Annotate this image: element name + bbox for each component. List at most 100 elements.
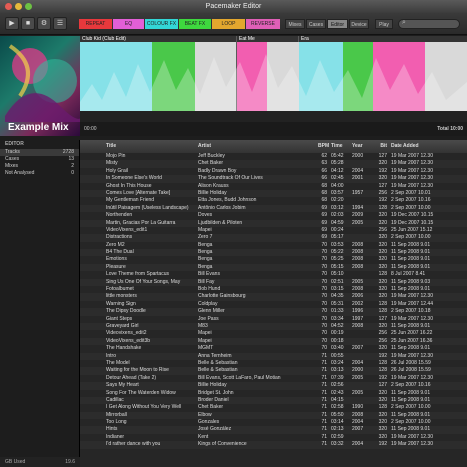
table-row[interactable]: Warning Sign Coldplay 70 05:31 2002 128 19 Mar… xyxy=(80,301,467,308)
search-input[interactable]: ⌕ xyxy=(398,19,460,29)
cell-title: The Model xyxy=(106,359,130,366)
view-play-button[interactable]: Play xyxy=(375,19,393,29)
playlist-icon[interactable]: ☰ xyxy=(53,17,67,30)
table-row[interactable]: I Get Along Without You Very Well Chet Ba… xyxy=(80,404,467,411)
table-row[interactable]: Emotions Benga 70 05:25 2008 320 11 Sep 2008 9… xyxy=(80,256,467,263)
table-row[interactable]: In Someone Else's World The Soundtrack Of… xyxy=(80,175,467,183)
column-date-added[interactable]: Date Added xyxy=(389,140,467,153)
table-row[interactable]: little monsters Charlotte Gainsbourg 70 04:… xyxy=(80,293,467,301)
cell-date-added: 2 Sep 2007 10.00 xyxy=(391,204,431,211)
fx-colour-button[interactable]: COLOUR FX xyxy=(145,19,178,29)
cell-bpm: 68 xyxy=(321,197,327,204)
table-row[interactable]: VideoVixens_edit3b Mapei 70 00:18 256 25 Jun … xyxy=(80,337,467,346)
column-year[interactable]: Year xyxy=(350,140,369,153)
cell-bitrate: 256 xyxy=(378,330,387,337)
transport-icon[interactable]: ■ xyxy=(21,17,35,30)
table-row[interactable]: I'd rather dance with you Kings of Conven… xyxy=(80,441,467,449)
cell-artist: Ljudbilden & Piloten xyxy=(198,219,243,226)
table-row[interactable]: Northenden Doves 69 02:03 2009 320 19 Dec 2007… xyxy=(80,212,467,219)
mix-timeline[interactable]: Club Kid (Club Edit) Eat Me Era xyxy=(80,36,467,136)
table-row[interactable]: Love Theme from Spartacus Bill Evans 70 05:… xyxy=(80,271,467,278)
table-row[interactable]: Ghost In This House Alison Krauss 68 04:00 1… xyxy=(80,183,467,190)
cell-artist: Chet Baker xyxy=(198,404,224,411)
minimize-window-button[interactable] xyxy=(15,3,22,10)
search-icon: ⌕ xyxy=(402,19,406,26)
table-row[interactable]: Too Long Gonzales 71 03:14 2004 320 2 Sep 2007… xyxy=(80,419,467,426)
cell-title: Northenden xyxy=(106,212,133,219)
column-artist[interactable]: Artist xyxy=(196,140,316,153)
table-row[interactable]: B4 The Dual Benga 70 05:22 2008 320 11 Sep 200… xyxy=(80,249,467,257)
table-row[interactable]: Detour Ahead (Take 2) Bill Evans, Scott L… xyxy=(80,375,467,382)
cell-date-added: 2 Sep 2007 10.00 xyxy=(391,404,431,411)
fx-repeat-button[interactable]: REPEAT xyxy=(79,19,112,29)
table-row[interactable]: Mojo Pin Jeff Buckley 62 05:42 2000 127 19 Mar… xyxy=(80,153,467,160)
cell-date-added: 11 Sep 2008 9.01 xyxy=(391,263,431,270)
sidebar-item-tracks[interactable]: Tracks 2728 xyxy=(0,149,79,156)
sidebar-item-cases[interactable]: Cases 13 xyxy=(0,156,79,163)
cell-title: VideoVixens_edit1 xyxy=(106,226,148,233)
table-row[interactable]: Mirrorball Elbow 71 05:50 2008 320 11 Sep 2008… xyxy=(80,411,467,420)
fx-eq-button[interactable]: EQ xyxy=(113,19,144,29)
cell-bpm: 70 xyxy=(321,300,327,307)
table-row[interactable]: Videovixens_edit2 Mapei 70 00:19 256 25 Jun 2… xyxy=(80,330,467,337)
table-row[interactable]: Holy Grail Badly Drawn Boy 66 04:12 2004 192 1… xyxy=(80,168,467,175)
fx-loop-button[interactable]: LOOP xyxy=(212,19,245,29)
column-bitrate[interactable]: Bit Rate xyxy=(369,140,389,153)
table-row[interactable]: Graveyard Girl M83 70 04:52 2008 320 11 Sep 20… xyxy=(80,322,467,331)
overview-strip[interactable] xyxy=(80,111,467,122)
cell-title: Love Theme from Spartacus xyxy=(106,271,169,278)
cell-date-added: 11 Sep 2008 9.01 xyxy=(391,286,431,293)
table-row[interactable]: Martin, Gracias Por La Guitarra Ljudbilde… xyxy=(80,219,467,227)
table-row[interactable]: Giant Steps Joe Pass 70 03:34 1997 127 19 Mar … xyxy=(80,316,467,323)
table-row[interactable]: Intro Anna Ternheim 71 00:55 192 19 Mar 2007 … xyxy=(80,352,467,360)
table-row[interactable]: Pleasure Benga 70 05:15 2008 320 11 Sep 2008 9… xyxy=(80,263,467,272)
fx-beat-button[interactable]: BEAT FX xyxy=(179,19,211,29)
table-row[interactable]: Cadillac Broder Daniel 71 04:15 320 11 Sep 20… xyxy=(80,396,467,405)
table-row[interactable]: The Handshake MGMT 70 03:40 2007 320 11 Sep 20… xyxy=(80,345,467,352)
table-row[interactable]: Zero M2 Benga 70 03:53 2008 320 11 Sep 2008 9.… xyxy=(80,242,467,249)
sidebar-item-not-analysed[interactable]: Not Analysed 0 xyxy=(0,170,79,177)
table-row[interactable]: The Dipsy Doodle Glenn Miller 70 01:33 1996 1… xyxy=(80,308,467,316)
view-mixes-button[interactable]: Mixes xyxy=(285,19,305,29)
table-row[interactable]: VideoVixens_edit1 Mapei 69 00:24 256 25 Jun 2… xyxy=(80,227,467,234)
view-editor-button[interactable]: Editor xyxy=(327,19,348,29)
column-bpm[interactable]: BPM xyxy=(316,140,329,153)
table-row[interactable]: The Model Belle & Sebastian 71 03:24 2004 128… xyxy=(80,360,467,367)
settings-icon[interactable]: ⚙ xyxy=(37,17,51,30)
sidebar-item-count: 2728 xyxy=(62,149,74,155)
cell-date-added: 2 Sep 2007 10.16 xyxy=(391,382,431,389)
cell-bitrate: 128 xyxy=(378,308,387,315)
cell-time: 03:40 xyxy=(331,345,344,352)
cell-title: Fotoalbumet xyxy=(106,286,134,293)
close-window-button[interactable] xyxy=(5,3,12,10)
table-row[interactable]: Song For The Waterden Widow Bridget St. J… xyxy=(80,390,467,397)
cell-year: 2004 xyxy=(352,441,364,448)
table-row[interactable]: Fotoalbumet Bob Hund 70 03:15 2008 320 11 Sep … xyxy=(80,286,467,293)
table-row[interactable]: My Gentleman Friend Etta Jones, Budd John… xyxy=(80,197,467,204)
table-row[interactable]: Misty Chet Baker 63 05:28 320 19 Mar 2007 12.… xyxy=(80,160,467,168)
play-icon[interactable]: ▶ xyxy=(5,17,19,30)
cell-title: Zero M2 xyxy=(106,241,125,248)
column-title[interactable]: Title xyxy=(104,140,196,153)
toolbar: ▶ ■ ⚙ ☰ REPEAT EQ COLOUR FX BEAT FX LOOP… xyxy=(0,13,467,35)
cell-date-added: 11 Sep 2008 9.01 xyxy=(391,249,431,256)
view-cases-button[interactable]: Cases xyxy=(306,19,326,29)
cell-bitrate: 320 xyxy=(378,249,387,256)
cell-date-added: 11 Sep 2008 9.01 xyxy=(391,345,431,352)
column-time[interactable]: Time xyxy=(329,140,350,153)
sidebar-item-mixes[interactable]: Mixes 2 xyxy=(0,163,79,170)
table-row[interactable]: Hints José González 71 02:13 2007 320 11 Sep 2… xyxy=(80,426,467,434)
table-row[interactable]: Sing Us One Of Your Songs, May Bill Fay 70… xyxy=(80,278,467,287)
table-row[interactable]: Waiting for the Moon to Rise Belle & Seba… xyxy=(80,367,467,375)
fx-reverse-button[interactable]: REVERSE xyxy=(246,19,280,29)
table-row[interactable]: Inútil Paisagem (Useless Landscape) Antôn… xyxy=(80,204,467,213)
row-art xyxy=(80,256,104,263)
cell-bitrate: 320 xyxy=(378,426,387,433)
zoom-window-button[interactable] xyxy=(25,3,32,10)
view-device-button[interactable]: Device xyxy=(349,19,369,29)
table-row[interactable]: Indianer Kent 71 02:59 320 19 Mar 2007 12.30 xyxy=(80,434,467,441)
cell-time: 02:45 xyxy=(331,175,344,182)
table-row[interactable]: Distractions Zero 7 69 05:17 320 2 Sep 2007 1… xyxy=(80,234,467,242)
table-row[interactable]: Comes Love [Alternate Take] Billie Holida… xyxy=(80,189,467,198)
table-row[interactable]: Says My Heart Billie Holiday 71 02:56 127 2 S… xyxy=(80,382,467,390)
